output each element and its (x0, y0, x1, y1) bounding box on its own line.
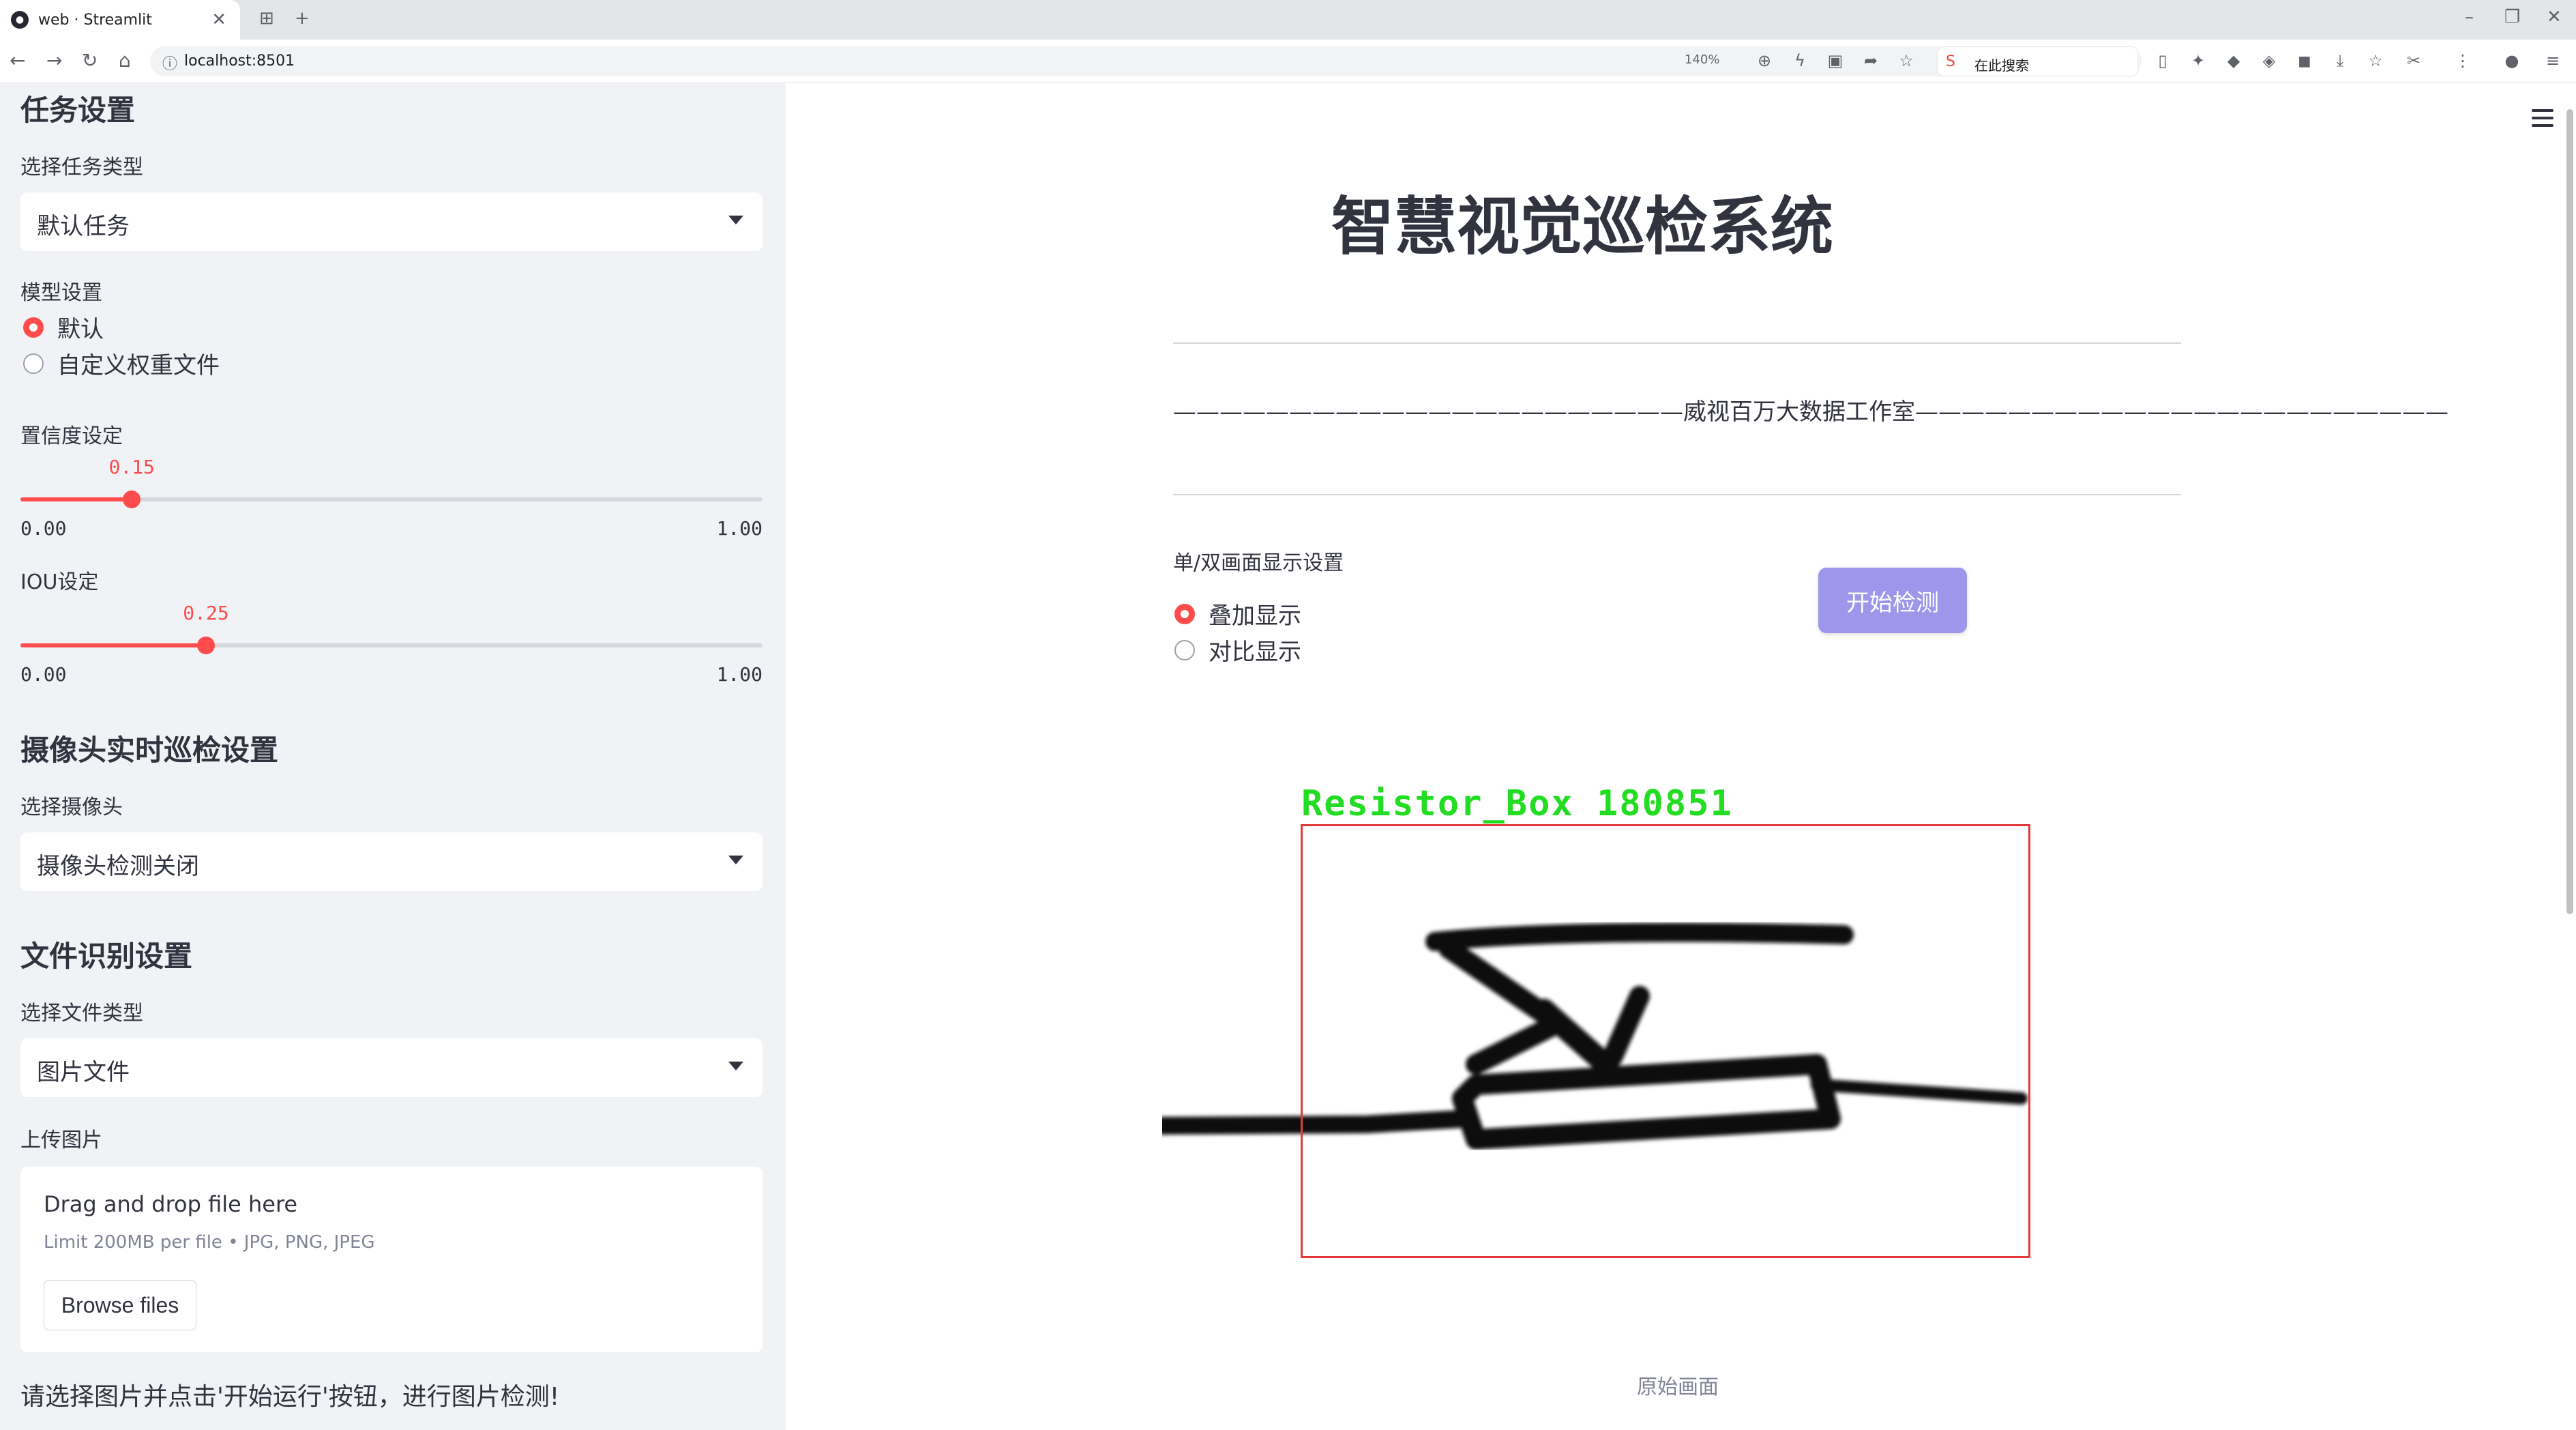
more-menu-icon[interactable]: ⋮ (2453, 50, 2473, 71)
site-info-icon[interactable]: ⓘ (162, 52, 177, 74)
detection-label: Resistor_Box 180851 (1301, 783, 1733, 824)
phone-icon[interactable]: ▯ (2152, 50, 2173, 71)
display-mode-label: 单/双画面显示设置 (1173, 551, 1344, 575)
tab-close-icon[interactable]: ✕ (211, 10, 226, 30)
reload-icon[interactable]: ↻ (82, 49, 98, 72)
chevron-down-icon[interactable] (728, 216, 743, 224)
slider-min: 0.00 (20, 517, 67, 540)
search-engine-icon[interactable]: S (1946, 53, 1955, 70)
forward-icon[interactable]: → (46, 49, 62, 72)
camera-value[interactable]: 摄像头检测关闭 (37, 847, 199, 881)
streamlit-favicon-icon: ● (11, 11, 29, 29)
app-menu-icon[interactable] (2532, 109, 2553, 132)
sidebar: 任务设置 选择任务类型 默认任务 模型设置 默认 自定义权重文件 置信度设定 0… (0, 83, 786, 1430)
upload-limit-text: Limit 200MB per file • JPG, PNG, JPEG (44, 1232, 375, 1253)
slider-max: 1.00 (716, 517, 763, 540)
chevron-down-icon[interactable] (728, 856, 743, 864)
slider-thumb[interactable] (197, 637, 215, 654)
url-text[interactable]: localhost:8501 (184, 53, 295, 70)
search-box[interactable]: S 在此搜索 (1937, 46, 2138, 76)
display-radio-overlay[interactable]: 叠加显示 (1174, 597, 1301, 630)
zoom-level[interactable]: 140% (1685, 53, 1719, 67)
slider-fill (20, 497, 132, 501)
radio-unselected-icon[interactable] (23, 353, 44, 374)
search-placeholder[interactable]: 在此搜索 (1974, 55, 2029, 74)
file-type-label: 选择文件类型 (20, 1002, 143, 1025)
confidence-slider[interactable]: 0.15 0.00 1.00 (20, 449, 763, 540)
slider-max: 1.00 (716, 663, 763, 686)
radio-unselected-icon[interactable] (1174, 639, 1195, 660)
browser-menu-icon[interactable]: ≡ (2543, 50, 2563, 71)
slider-min: 0.00 (20, 663, 67, 686)
radio-selected-icon[interactable] (23, 317, 44, 338)
start-detection-button[interactable]: 开始检测 (1818, 568, 1967, 633)
window-close-icon[interactable]: ✕ (2547, 7, 2562, 27)
address-bar: ← → ↻ ⌂ ⓘ localhost:8501 140% ⊕ ϟ ▣ ➦ ☆ … (0, 40, 2576, 83)
model-option-label[interactable]: 自定义权重文件 (57, 347, 220, 380)
browser-tab-bar: ● web · Streamlit ✕ ⊞ + – ❐ ✕ (0, 0, 2576, 40)
bookmark-star-icon[interactable]: ☆ (1896, 50, 1916, 71)
divider (1173, 494, 2181, 495)
upload-label: 上传图片 (20, 1128, 102, 1152)
camera-label: 选择摄像头 (20, 796, 123, 819)
display-option-label[interactable]: 叠加显示 (1209, 597, 1301, 630)
translate-icon[interactable]: ⊕ (1754, 50, 1775, 71)
scrollbar[interactable] (2566, 109, 2573, 914)
download-icon[interactable]: ⤓ (2330, 50, 2350, 71)
share-icon[interactable]: ➦ (1861, 50, 1881, 71)
extension-icon[interactable]: ✦ (2188, 50, 2208, 71)
file-type-select[interactable]: 图片文件 (20, 1038, 763, 1097)
model-radio-custom[interactable]: 自定义权重文件 (23, 347, 220, 380)
tab-list-icon[interactable]: ⊞ (259, 8, 274, 29)
detection-bounding-box (1301, 824, 2030, 1258)
file-uploader-dropzone[interactable]: Drag and drop file here Limit 200MB per … (20, 1167, 763, 1352)
display-option-label[interactable]: 对比显示 (1209, 633, 1301, 667)
studio-subtitle: ——————————————————————威视百万大数据工作室————————… (1173, 398, 2448, 426)
restore-icon[interactable]: ❐ (2504, 7, 2520, 27)
tab-title: web · Streamlit (38, 11, 152, 29)
reader-icon[interactable]: ▣ (1825, 50, 1846, 71)
browser-tab[interactable]: ● web · Streamlit ✕ (0, 0, 240, 40)
model-option-label[interactable]: 默认 (57, 310, 104, 344)
page-title: 智慧视觉巡检系统 (1331, 190, 1833, 263)
camera-select[interactable]: 摄像头检测关闭 (20, 832, 763, 891)
task-type-value[interactable]: 默认任务 (37, 207, 130, 241)
bolt-icon[interactable]: ϟ (1790, 50, 1810, 71)
model-settings-label: 模型设置 (20, 281, 102, 305)
display-radio-compare[interactable]: 对比显示 (1174, 633, 1301, 667)
confidence-label: 置信度设定 (20, 424, 123, 448)
extension-icon[interactable]: ◆ (2223, 50, 2244, 71)
slider-value: 0.15 (108, 456, 155, 478)
favorites-icon[interactable]: ☆ (2365, 50, 2386, 71)
drag-drop-text: Drag and drop file here (44, 1191, 298, 1217)
slider-thumb[interactable] (123, 491, 141, 508)
sidebar-hint: 请选择图片并点击'开始运行'按钮，进行图片检测! (20, 1383, 560, 1411)
slider-fill (20, 643, 206, 647)
browse-files-button[interactable]: Browse files (44, 1280, 196, 1330)
task-settings-heading: 任务设置 (20, 93, 136, 127)
task-type-label: 选择任务类型 (20, 156, 143, 179)
model-radio-default[interactable]: 默认 (23, 310, 104, 344)
profile-avatar-icon[interactable]: ● (2502, 50, 2522, 71)
minimize-icon[interactable]: – (2465, 7, 2474, 27)
new-tab-icon[interactable]: + (295, 8, 310, 29)
image-caption: 原始画面 (1637, 1375, 1719, 1399)
iou-label: IOU设定 (20, 570, 99, 594)
slider-value: 0.25 (183, 602, 229, 624)
iou-slider[interactable]: 0.25 0.00 1.00 (20, 595, 763, 686)
file-settings-heading: 文件识别设置 (20, 939, 193, 973)
camera-settings-heading: 摄像头实时巡检设置 (20, 733, 279, 767)
screenshot-icon[interactable]: ✂ (2403, 50, 2424, 71)
chevron-down-icon[interactable] (728, 1062, 743, 1070)
divider (1173, 342, 2181, 344)
file-type-value[interactable]: 图片文件 (37, 1053, 130, 1087)
extension-icon[interactable]: ◼ (2294, 50, 2315, 71)
home-icon[interactable]: ⌂ (119, 49, 131, 72)
extension-icon[interactable]: ◈ (2259, 50, 2279, 71)
back-icon[interactable]: ← (10, 49, 25, 72)
task-type-select[interactable]: 默认任务 (20, 192, 763, 251)
radio-selected-icon[interactable] (1174, 603, 1195, 624)
